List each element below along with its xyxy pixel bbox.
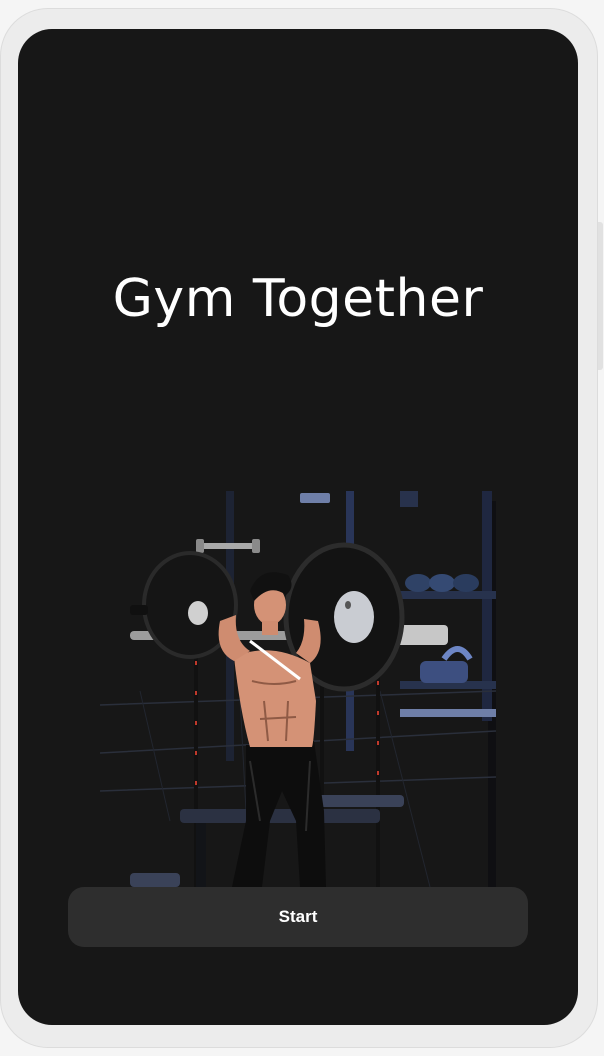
app-title: Gym Together xyxy=(112,269,484,329)
start-button[interactable]: Start xyxy=(68,887,528,947)
app-screen: Gym Together Start xyxy=(18,29,578,1025)
weightlifter-illustration xyxy=(100,491,496,887)
phone-side-button xyxy=(598,222,603,370)
